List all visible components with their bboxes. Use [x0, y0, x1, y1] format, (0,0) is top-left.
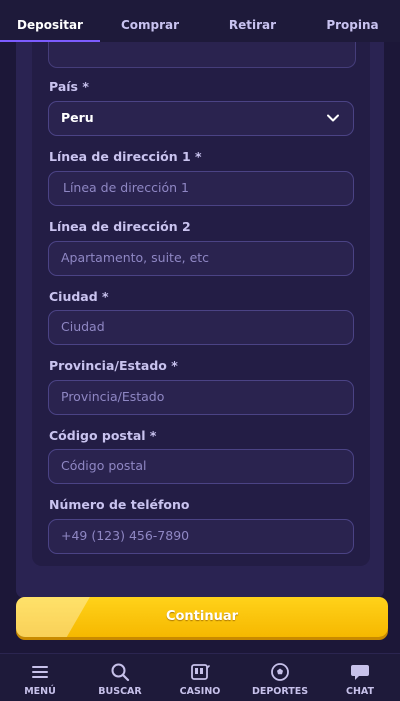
address1-label: Línea de dirección 1 * — [49, 149, 202, 164]
continue-button[interactable]: Continuar — [16, 597, 388, 637]
nav-label-chat: CHAT — [345, 686, 375, 697]
nav-label-sports: DEPORTES — [251, 686, 309, 697]
soccer-ball-icon — [271, 663, 289, 681]
country-value: Peru — [61, 110, 94, 125]
previous-field-bottom[interactable] — [48, 42, 356, 68]
continue-button-label: Continuar — [165, 609, 239, 624]
tab-retirar[interactable]: Retirar — [200, 0, 305, 42]
wallet-tabs: Depositar Comprar Retirar Propina — [0, 0, 400, 42]
tab-propina[interactable]: Propina — [305, 0, 400, 42]
nav-item-chat[interactable]: CHAT — [320, 654, 400, 701]
state-label: Provincia/Estado * — [49, 358, 178, 373]
nav-item-casino[interactable]: CASINO — [160, 654, 240, 701]
country-select[interactable]: Peru — [48, 101, 354, 136]
city-label: Ciudad * — [49, 289, 109, 304]
nav-label-search: BUSCAR — [98, 686, 142, 697]
bottom-navigation: MENÚ BUSCAR CASINO DEPORTES CHAT — [0, 653, 400, 701]
tab-comprar[interactable]: Comprar — [100, 0, 200, 42]
address1-field[interactable]: Línea de dirección 1 — [48, 171, 354, 206]
nav-label-casino: CASINO — [179, 686, 221, 697]
postal-code-label: Código postal * — [49, 428, 157, 443]
nav-item-menu[interactable]: MENÚ — [0, 654, 80, 701]
nav-label-menu: MENÚ — [24, 686, 56, 697]
city-field[interactable]: Ciudad — [48, 310, 354, 345]
address2-label: Línea de dirección 2 — [49, 219, 191, 234]
postal-code-field[interactable]: Código postal — [48, 449, 354, 484]
chevron-down-icon — [327, 114, 339, 122]
state-field[interactable]: Provincia/Estado — [48, 380, 354, 415]
country-label: País * — [49, 79, 89, 94]
phone-field[interactable]: +49 (123) 456-7890 — [48, 519, 354, 554]
address2-field[interactable]: Apartamento, suite, etc — [48, 241, 354, 276]
phone-label: Número de teléfono — [49, 497, 190, 512]
nav-item-search[interactable]: BUSCAR — [80, 654, 160, 701]
slot-machine-icon — [191, 664, 210, 680]
nav-item-sports[interactable]: DEPORTES — [240, 654, 320, 701]
menu-icon — [32, 666, 48, 678]
search-icon — [111, 663, 130, 682]
tab-depositar[interactable]: Depositar — [0, 0, 100, 42]
chat-icon — [351, 665, 369, 680]
